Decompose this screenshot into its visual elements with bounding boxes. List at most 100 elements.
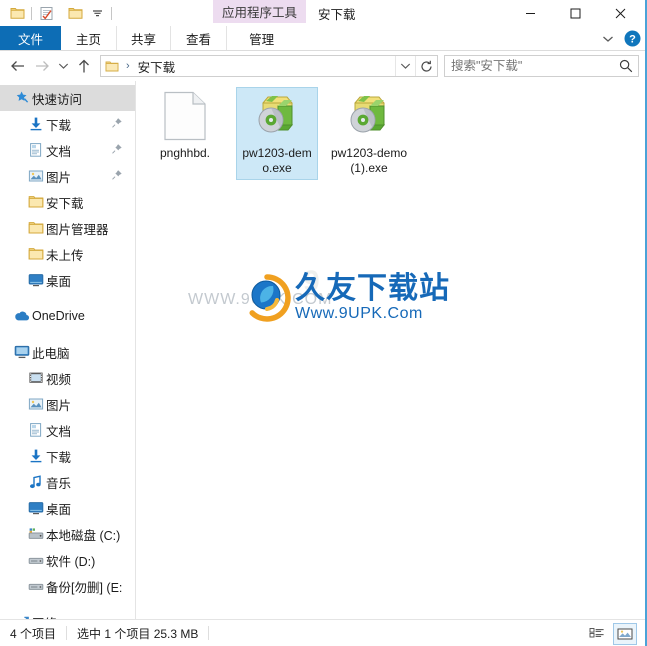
sidebar-item-下载[interactable]: 下载 — [0, 111, 135, 137]
pictures-icon — [26, 168, 46, 184]
documents-icon — [26, 422, 46, 438]
sidebar-item-此电脑[interactable]: 此电脑 — [0, 339, 135, 365]
navigation-pane[interactable]: 快速访问 下载 文档 图片 安下载 图片管理器 未上传 桌面 OneDrive 此电脑 视频 图片 文档… — [0, 81, 136, 619]
new-folder-icon[interactable] — [64, 2, 86, 24]
refresh-icon[interactable] — [415, 56, 437, 76]
desktop-icon — [26, 272, 46, 288]
svg-text:?: ? — [629, 34, 636, 46]
onedrive-icon — [12, 308, 32, 324]
title-bar: 应用程序工具 安下载 — [0, 0, 645, 26]
sidebar-item-软件 (D:)[interactable]: 软件 (D:) — [0, 547, 135, 573]
chevron-down-icon[interactable] — [54, 54, 72, 78]
sidebar-item-音乐[interactable]: 音乐 — [0, 469, 135, 495]
breadcrumb[interactable]: 安下载 — [133, 57, 395, 76]
properties-icon[interactable] — [35, 2, 57, 24]
tab-manage[interactable]: 管理 — [226, 26, 297, 50]
videos-icon — [26, 370, 46, 386]
chevron-down-icon[interactable] — [598, 29, 618, 49]
blank-document-icon — [163, 91, 207, 141]
sidebar-item-下载[interactable]: 下载 — [0, 443, 135, 469]
details-view-icon[interactable] — [585, 623, 609, 645]
back-arrow-icon[interactable] — [6, 54, 30, 78]
sidebar-item-label: 视频 — [46, 372, 72, 387]
sidebar-item-label: 音乐 — [46, 476, 72, 491]
up-arrow-icon[interactable] — [72, 54, 96, 78]
sidebar-item-图片管理器[interactable]: 图片管理器 — [0, 215, 135, 241]
sidebar-item-快速访问[interactable]: 快速访问 — [0, 85, 135, 111]
sidebar-item-图片[interactable]: 图片 — [0, 163, 135, 189]
nav-group-spacer — [0, 293, 135, 303]
pin-icon[interactable] — [111, 117, 123, 132]
download-icon — [26, 448, 46, 464]
chevron-down-icon[interactable] — [86, 2, 108, 24]
pin-icon[interactable] — [111, 169, 123, 184]
tab-home[interactable]: 主页 — [61, 26, 116, 50]
sidebar-item-网络[interactable]: 网络 — [0, 609, 135, 619]
search-input[interactable] — [445, 59, 614, 73]
file-item[interactable]: pnghhbd. — [144, 87, 226, 180]
quick-access-toolbar — [0, 2, 115, 24]
folder-icon — [26, 246, 46, 262]
sidebar-item-label: 下载 — [46, 450, 72, 465]
drive-icon — [26, 552, 46, 568]
sidebar-item-label: 下载 — [46, 118, 72, 133]
sidebar-item-label: 图片 — [46, 398, 72, 413]
watermark-title-cn: 久友下载站 — [295, 272, 450, 305]
this-pc-icon — [12, 344, 32, 360]
help-icon[interactable]: ? — [624, 30, 641, 47]
watermark-logo-group: 久友下载站 Www.9UPK.Com — [243, 273, 450, 323]
file-item[interactable]: pw1203-demo.exe — [236, 87, 318, 180]
address-path-field[interactable]: › 安下载 — [100, 55, 438, 77]
sidebar-item-label: 图片 — [46, 170, 72, 185]
file-name-label: pw1203-demo.exe — [242, 146, 312, 175]
file-name-label: pw1203-demo (1).exe — [330, 146, 408, 175]
folder-icon — [101, 60, 123, 73]
file-list-pane[interactable]: WWW.9UPK.COM 9 久友下载站 Www.9UPK.Com pnghhb… — [136, 81, 645, 619]
sidebar-item-桌面[interactable]: 桌面 — [0, 495, 135, 521]
desktop-icon — [26, 500, 46, 516]
item-count-label: 4 个项目 — [10, 626, 57, 641]
sidebar-item-文档[interactable]: 文档 — [0, 137, 135, 163]
close-icon[interactable] — [598, 0, 643, 26]
search-box[interactable] — [444, 55, 639, 77]
sidebar-item-OneDrive[interactable]: OneDrive — [0, 303, 135, 329]
documents-icon — [26, 142, 46, 158]
watermark: WWW.9UPK.COM 9 久友下载站 Www.9UPK.Com — [188, 261, 478, 371]
folder-icon — [26, 194, 46, 210]
file-grid: pnghhbd. pw1203-demo.exe pw1203-demo (1).e… — [136, 81, 645, 190]
nav-group-spacer — [0, 599, 135, 609]
sidebar-item-label: 图片管理器 — [46, 222, 109, 237]
sidebar-item-未上传[interactable]: 未上传 — [0, 241, 135, 267]
chevron-down-icon[interactable] — [395, 56, 415, 76]
tab-file[interactable]: 文件 — [0, 26, 62, 50]
tab-share[interactable]: 共享 — [116, 26, 172, 50]
large-icons-view-icon[interactable] — [613, 622, 637, 645]
maximize-icon[interactable] — [553, 0, 598, 26]
sidebar-item-图片[interactable]: 图片 — [0, 391, 135, 417]
folder-icon[interactable] — [6, 2, 28, 24]
sidebar-item-视频[interactable]: 视频 — [0, 365, 135, 391]
pin-icon[interactable] — [111, 143, 123, 158]
ribbon-right-controls: ? — [598, 26, 641, 51]
watermark-text-group: 久友下载站 Www.9UPK.Com — [295, 273, 450, 323]
sidebar-item-备份[勿删] (E:[interactable]: 备份[勿删] (E: — [0, 573, 135, 599]
minimize-icon[interactable] — [508, 0, 553, 26]
selection-info-label: 选中 1 个项目 25.3 MB — [77, 626, 199, 641]
search-icon[interactable] — [614, 59, 638, 73]
status-divider — [208, 626, 210, 640]
address-bar: › 安下载 — [0, 51, 645, 81]
download-icon — [26, 116, 46, 132]
sidebar-item-本地磁盘 (C:)[interactable]: 本地磁盘 (C:) — [0, 521, 135, 547]
tab-view[interactable]: 查看 — [171, 26, 226, 50]
sidebar-item-桌面[interactable]: 桌面 — [0, 267, 135, 293]
sidebar-item-label: 文档 — [46, 424, 72, 439]
sidebar-item-label: 软件 (D:) — [46, 554, 96, 569]
sidebar-item-文档[interactable]: 文档 — [0, 417, 135, 443]
sidebar-item-安下载[interactable]: 安下载 — [0, 189, 135, 215]
file-item[interactable]: pw1203-demo (1).exe — [328, 87, 410, 180]
watermark-title-en: Www.9UPK.Com — [295, 305, 423, 322]
contextual-tab-application-tools[interactable]: 应用程序工具 — [213, 0, 307, 23]
system-drive-icon — [26, 526, 46, 542]
toolbar-divider — [31, 6, 32, 20]
toolbar-divider — [111, 6, 112, 20]
